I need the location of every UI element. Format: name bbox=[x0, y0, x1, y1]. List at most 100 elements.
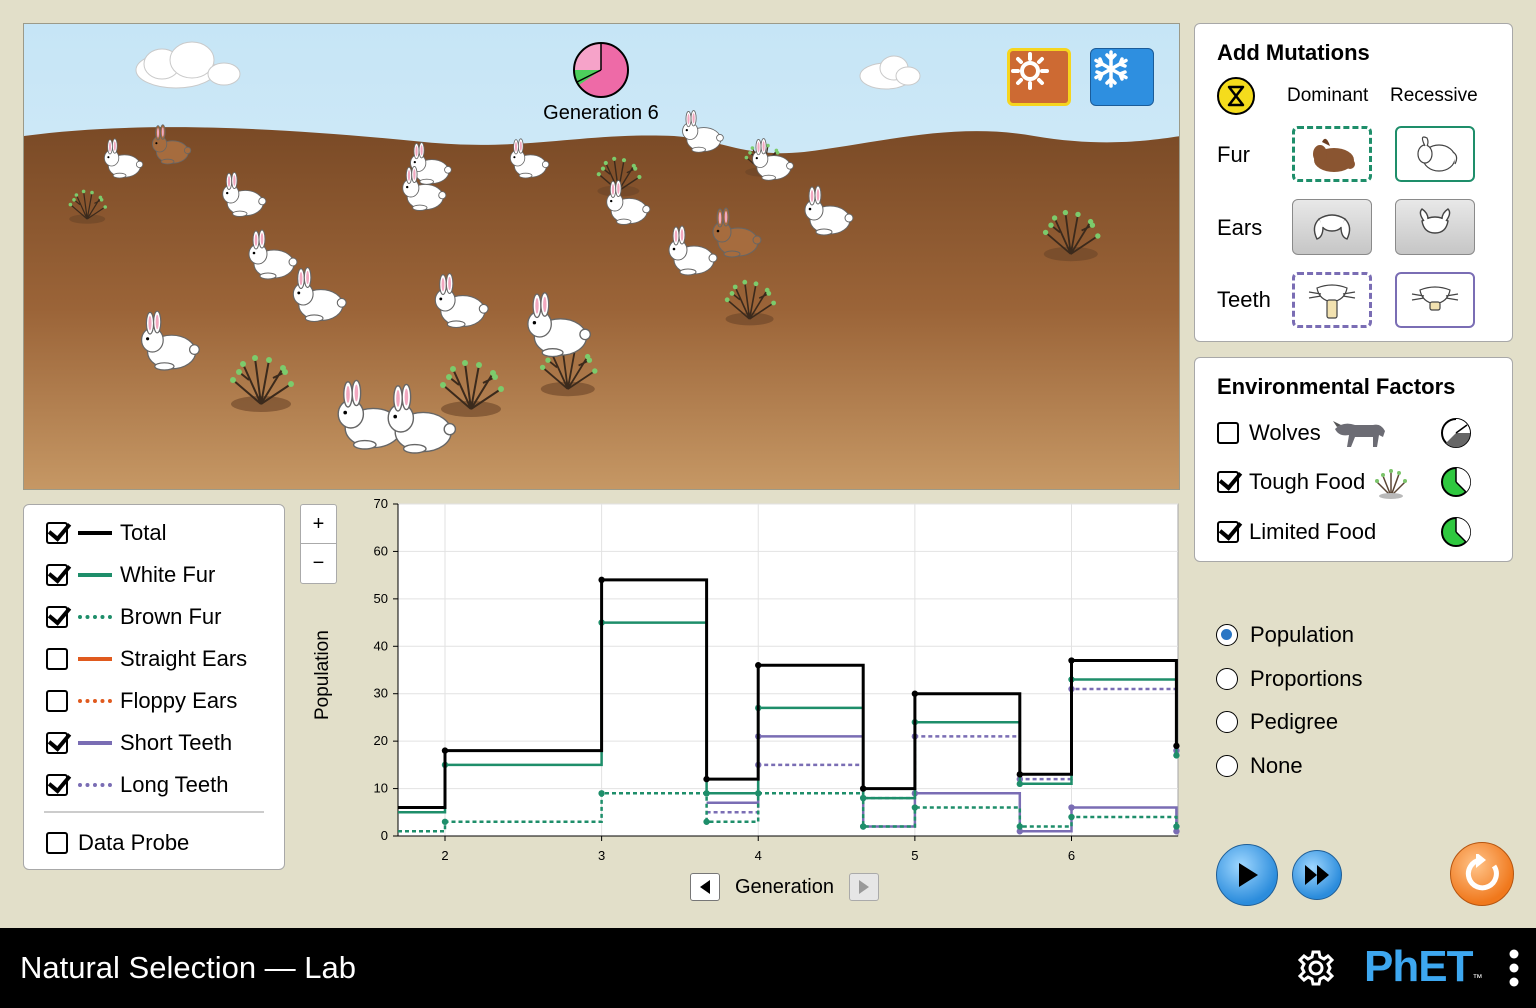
fast-forward-icon bbox=[1305, 865, 1329, 885]
winter-button[interactable] bbox=[1090, 48, 1154, 106]
wolf-icon bbox=[1332, 421, 1385, 447]
generation-label: Generation 6 bbox=[543, 102, 659, 124]
plot-area bbox=[397, 503, 1179, 837]
population-chart[interactable]: 0 10 20 30 40 50 60 70 2 3 4 5 6 bbox=[300, 492, 1200, 872]
series-total-point bbox=[441, 747, 449, 754]
teeth-row-label: Teeth bbox=[1217, 287, 1271, 312]
y-tick-label: 30 bbox=[374, 686, 388, 701]
y-tick-label: 0 bbox=[381, 828, 388, 843]
previous-generation-button[interactable] bbox=[690, 873, 720, 901]
recessive-column-header: Recessive bbox=[1390, 85, 1478, 106]
legend-short-teeth-swatch bbox=[78, 741, 112, 745]
radio-pedigree[interactable]: Pedigree bbox=[1216, 707, 1338, 737]
kebab-menu-icon[interactable] bbox=[1508, 948, 1520, 988]
data-probe-checkbox[interactable]: Data Probe bbox=[46, 828, 189, 858]
legend-straight-ears-swatch bbox=[78, 657, 112, 661]
environment-view: Generation 6 bbox=[23, 23, 1180, 490]
radio-population[interactable]: Population bbox=[1216, 620, 1354, 650]
fur-row-label: Fur bbox=[1217, 142, 1250, 167]
reset-all-button[interactable] bbox=[1450, 842, 1514, 906]
legend-short-teeth-checkbox[interactable]: Short Teeth bbox=[46, 728, 232, 758]
short-teeth-recessive-button[interactable] bbox=[1395, 272, 1475, 328]
legend-total-checkbox-box[interactable] bbox=[46, 522, 68, 544]
wolves-label: Wolves bbox=[1249, 420, 1321, 445]
straight-ears-recessive-button[interactable] bbox=[1395, 199, 1475, 255]
y-tick-label: 20 bbox=[374, 733, 388, 748]
long-teeth-dominant-button[interactable] bbox=[1292, 272, 1372, 328]
long-teeth-icon bbox=[1308, 284, 1356, 319]
legend-long-teeth-checkbox-box[interactable] bbox=[46, 774, 68, 796]
sun-icon bbox=[1011, 52, 1049, 90]
legend-total-label: Total bbox=[120, 520, 167, 545]
summer-button[interactable] bbox=[1007, 48, 1071, 106]
floppy-ears-dominant-button[interactable] bbox=[1292, 199, 1372, 255]
y-tick-label: 60 bbox=[374, 543, 388, 558]
radio-pedigree-button[interactable] bbox=[1216, 711, 1238, 733]
radio-none-button[interactable] bbox=[1216, 754, 1238, 777]
series-total-point bbox=[911, 690, 919, 697]
legend-brown-fur-label: Brown Fur bbox=[120, 604, 222, 629]
legend-brown-fur-checkbox-box[interactable] bbox=[46, 606, 68, 628]
wolves-checkbox[interactable]: Wolves bbox=[1217, 418, 1389, 448]
legend-divider bbox=[44, 811, 264, 813]
radio-none-label: None bbox=[1250, 752, 1303, 778]
radio-proportions[interactable]: Proportions bbox=[1216, 664, 1363, 694]
limited-food-checkbox[interactable]: Limited Food bbox=[1217, 517, 1376, 547]
radio-none[interactable]: None bbox=[1216, 751, 1303, 781]
legend-floppy-ears-swatch bbox=[78, 699, 112, 703]
series-brown-fur-point bbox=[703, 818, 710, 825]
series-brown-fur-point bbox=[598, 790, 605, 797]
floppy-ears-icon bbox=[1313, 214, 1351, 240]
legend-brown-fur-swatch bbox=[78, 615, 112, 619]
radio-proportions-button[interactable] bbox=[1216, 667, 1238, 690]
legend-white-fur-label: White Fur bbox=[120, 562, 216, 587]
wolves-timer-icon bbox=[1441, 418, 1471, 448]
white-fur-recessive-button[interactable] bbox=[1395, 126, 1475, 182]
legend-floppy-ears-checkbox[interactable]: Floppy Ears bbox=[46, 686, 237, 716]
legend-floppy-ears-label: Floppy Ears bbox=[120, 688, 238, 713]
brown-fur-dominant-button[interactable] bbox=[1292, 126, 1372, 182]
legend-white-fur-checkbox-box[interactable] bbox=[46, 564, 68, 586]
legend-straight-ears-checkbox-box[interactable] bbox=[46, 648, 68, 670]
radio-population-button[interactable] bbox=[1216, 624, 1238, 646]
legend-brown-fur-checkbox[interactable]: Brown Fur bbox=[46, 602, 221, 632]
settings-gear-icon[interactable] bbox=[1296, 948, 1336, 988]
legend-total-checkbox[interactable]: Total bbox=[46, 518, 166, 548]
series-total-point bbox=[1016, 771, 1024, 778]
legend-short-teeth-checkbox-box[interactable] bbox=[46, 732, 68, 754]
tough-food-checkbox-box[interactable] bbox=[1217, 471, 1239, 493]
legend-straight-ears-checkbox[interactable]: Straight Ears bbox=[46, 644, 247, 674]
data-probe-checkbox-box[interactable] bbox=[46, 832, 68, 854]
legend-total-swatch bbox=[78, 531, 112, 535]
phet-logo[interactable]: PhET™ bbox=[1364, 942, 1482, 992]
series-brown-fur-point bbox=[1016, 823, 1024, 830]
graph-legend-panel: Total White Fur Brown Fur Straight Ears Flop… bbox=[23, 504, 285, 870]
snowflake-icon bbox=[1094, 50, 1128, 88]
legend-floppy-ears-checkbox-box[interactable] bbox=[46, 690, 68, 712]
series-total-point bbox=[1173, 742, 1180, 750]
data-probe-label: Data Probe bbox=[78, 830, 190, 855]
next-generation-button[interactable] bbox=[848, 873, 879, 901]
series-brown-fur-point bbox=[441, 818, 449, 825]
legend-straight-ears-label: Straight Ears bbox=[120, 646, 248, 671]
tough-food-checkbox[interactable]: Tough Food bbox=[1217, 467, 1411, 499]
fast-forward-button[interactable] bbox=[1292, 850, 1342, 900]
series-white-fur-point bbox=[1173, 752, 1180, 759]
series-white-fur-point bbox=[859, 794, 867, 802]
legend-white-fur-checkbox[interactable]: White Fur bbox=[46, 560, 215, 590]
legend-long-teeth-checkbox[interactable]: Long Teeth bbox=[46, 770, 228, 800]
sim-title: Natural Selection — Lab bbox=[20, 950, 357, 985]
y-tick-label: 70 bbox=[374, 496, 388, 511]
limited-food-checkbox-box[interactable] bbox=[1217, 521, 1239, 543]
environmental-factors-panel: Environmental Factors Wolves Tough Food bbox=[1194, 357, 1513, 562]
series-short-teeth-point bbox=[1068, 804, 1075, 811]
limited-food-timer-icon bbox=[1441, 517, 1471, 547]
series-total-point bbox=[755, 662, 762, 669]
legend-long-teeth-label: Long Teeth bbox=[120, 772, 229, 797]
play-button[interactable] bbox=[1216, 844, 1278, 906]
add-mutations-title: Add Mutations bbox=[1217, 40, 1370, 65]
wolves-checkbox-box[interactable] bbox=[1217, 422, 1239, 444]
radio-pedigree-label: Pedigree bbox=[1250, 709, 1339, 734]
play-icon bbox=[1239, 863, 1258, 887]
series-total-point bbox=[859, 785, 867, 792]
